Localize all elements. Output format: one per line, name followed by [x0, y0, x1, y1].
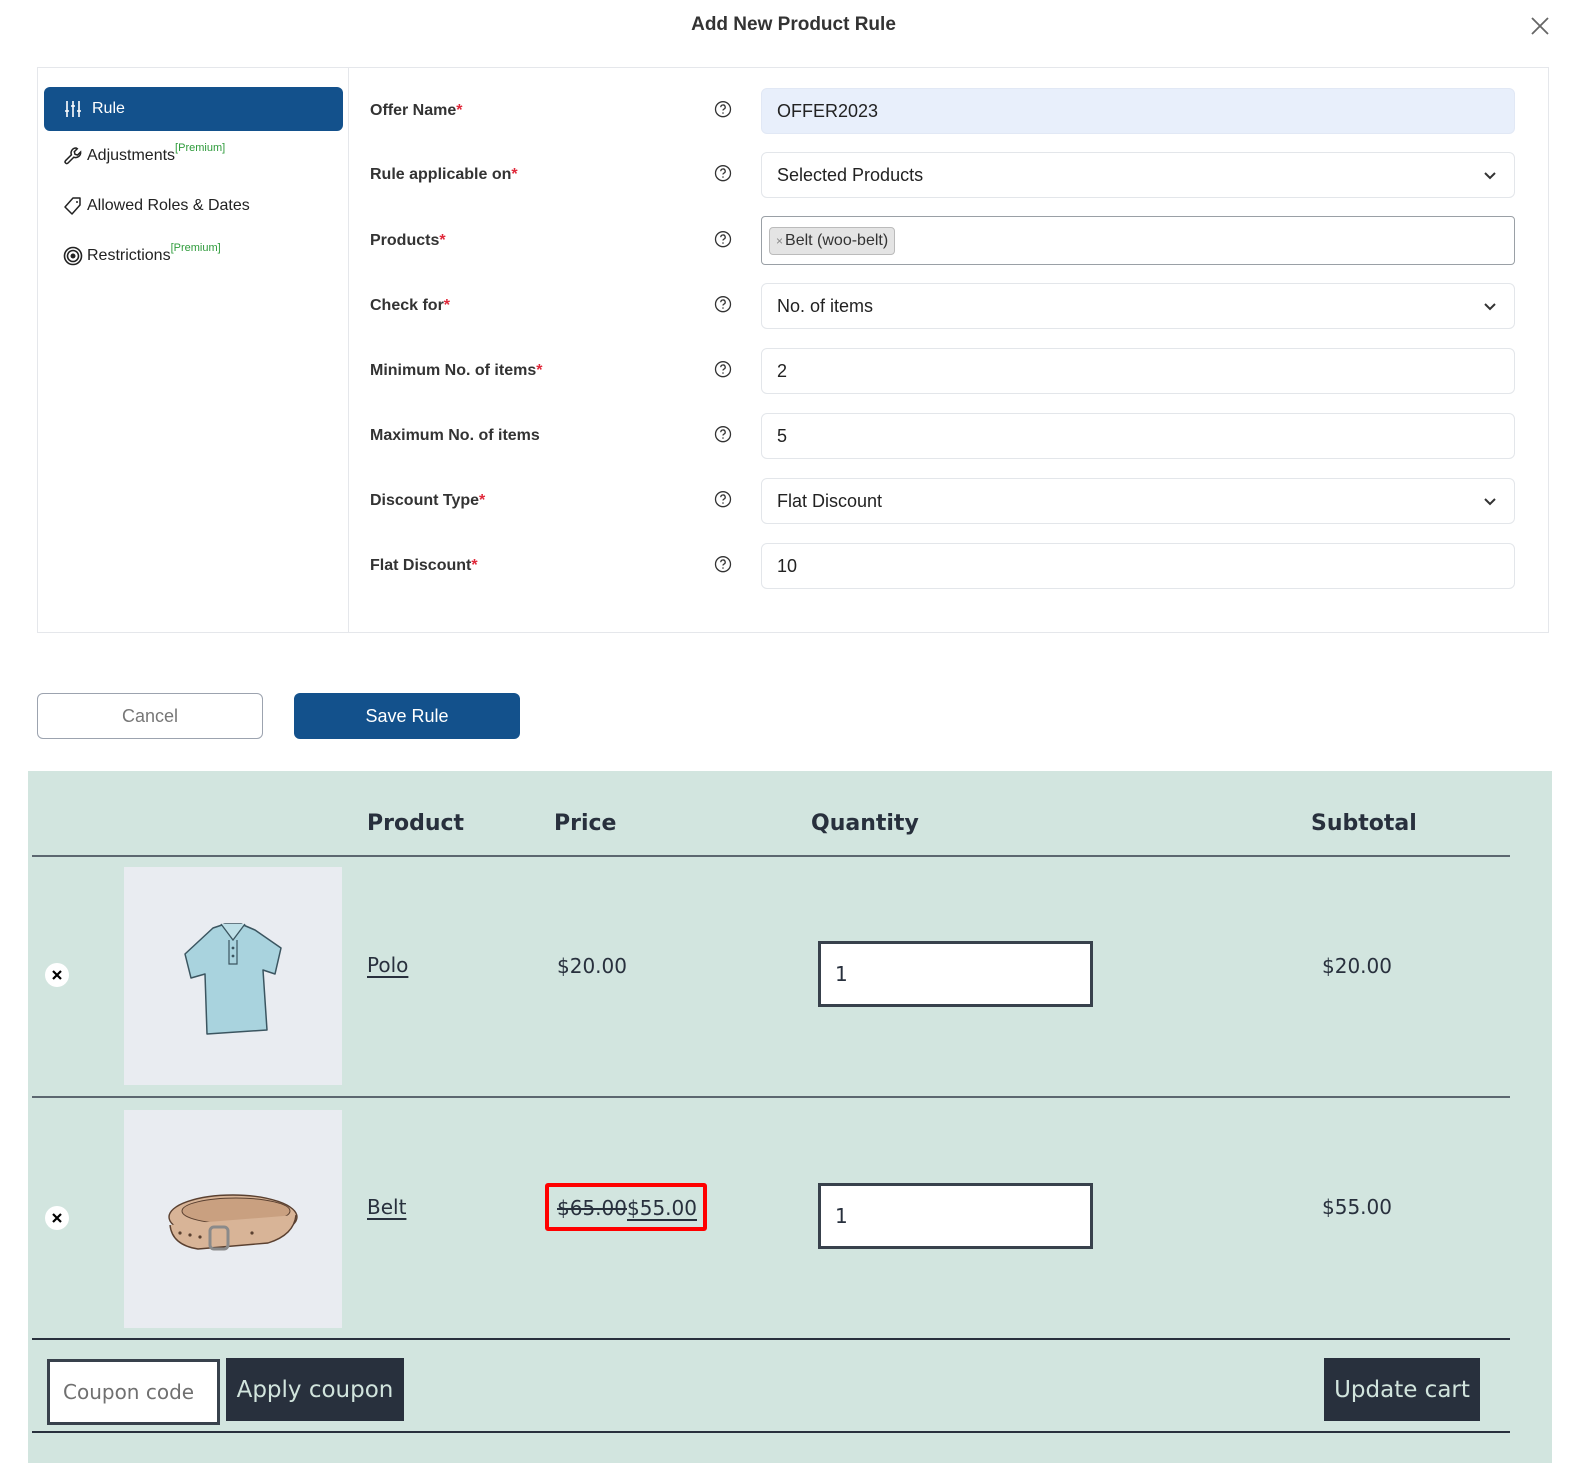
- help-icon[interactable]: [714, 230, 732, 248]
- subtotal-polo: $20.00: [1322, 954, 1392, 978]
- sidenav-item-label: Restrictions: [87, 247, 171, 264]
- field-label: Check for*: [370, 297, 451, 314]
- product-link-polo[interactable]: Polo: [367, 953, 408, 977]
- header-product: Product: [367, 811, 465, 836]
- form-row-discount-type: Discount Type* Flat Discount: [350, 478, 1548, 524]
- sidenav-item-label: Allowed Roles & Dates: [87, 197, 250, 214]
- divider: [32, 855, 1510, 857]
- quantity-input-polo[interactable]: 1: [818, 941, 1093, 1007]
- form-row-products: Products* × Belt (woo-belt): [350, 216, 1548, 265]
- remove-tag-icon[interactable]: ×: [776, 234, 783, 248]
- max-items-input[interactable]: 5: [761, 413, 1515, 459]
- remove-item-button[interactable]: [45, 1206, 69, 1230]
- coupon-code-input[interactable]: [47, 1359, 220, 1425]
- field-label: Maximum No. of items: [370, 427, 540, 444]
- save-rule-button[interactable]: Save Rule: [294, 693, 520, 739]
- sidenav: Rule Adjustments [Premium] Allowed Roles…: [38, 68, 349, 632]
- min-items-input[interactable]: 2: [761, 348, 1515, 394]
- help-icon[interactable]: [714, 100, 732, 118]
- help-icon[interactable]: [714, 360, 732, 378]
- divider: [32, 1338, 1510, 1340]
- cart-table: Product Price Quantity Subtotal Polo $20…: [28, 771, 1552, 1463]
- close-icon: [52, 1213, 62, 1223]
- premium-badge: [Premium]: [175, 142, 226, 154]
- product-thumbnail-belt[interactable]: [124, 1110, 342, 1328]
- header-subtotal: Subtotal: [1311, 811, 1417, 836]
- products-multiselect[interactable]: × Belt (woo-belt): [761, 216, 1515, 265]
- form-row-flat-discount: Flat Discount* 10: [350, 543, 1548, 589]
- field-label: Products*: [370, 231, 446, 249]
- premium-badge: [Premium]: [170, 242, 221, 254]
- product-thumbnail-polo[interactable]: [124, 867, 342, 1085]
- field-label: Discount Type*: [370, 492, 486, 509]
- sidenav-item-adjustments[interactable]: Adjustments [Premium]: [44, 134, 343, 178]
- check-for-select[interactable]: No. of items: [761, 283, 1515, 329]
- tag-icon: [62, 195, 84, 217]
- field-label: Flat Discount*: [370, 557, 478, 574]
- product-tag: × Belt (woo-belt): [769, 226, 896, 255]
- modal-title: Add New Product Rule: [691, 14, 896, 35]
- sidenav-item-roles-dates[interactable]: Allowed Roles & Dates: [44, 184, 343, 228]
- original-price: $65.00: [557, 1196, 627, 1220]
- discounted-price: $55.00: [627, 1196, 697, 1220]
- chevron-down-icon: [1484, 498, 1496, 506]
- cancel-button[interactable]: Cancel: [37, 693, 263, 739]
- close-icon: [52, 970, 62, 980]
- help-icon[interactable]: [714, 490, 732, 508]
- field-label: Rule applicable on*: [370, 166, 518, 183]
- form-row-min-items: Minimum No. of items* 2: [350, 348, 1548, 394]
- price-polo: $20.00: [557, 954, 627, 978]
- sidenav-item-label: Rule: [92, 100, 125, 117]
- field-label: Minimum No. of items*: [370, 362, 543, 379]
- belt-image: [168, 1194, 298, 1251]
- apply-coupon-button[interactable]: Apply coupon: [226, 1358, 404, 1421]
- chevron-down-icon: [1484, 172, 1496, 180]
- subtotal-belt: $55.00: [1322, 1195, 1392, 1219]
- chevron-down-icon: [1484, 303, 1496, 311]
- offer-name-input[interactable]: OFFER2023: [761, 88, 1515, 134]
- flat-discount-input[interactable]: 10: [761, 543, 1515, 589]
- discount-type-select[interactable]: Flat Discount: [761, 478, 1515, 524]
- close-icon: [1531, 17, 1549, 35]
- highlighted-price-belt: $65.00 $55.00: [545, 1183, 707, 1231]
- sidenav-item-label: Adjustments: [87, 147, 176, 164]
- help-icon[interactable]: [714, 295, 732, 313]
- quantity-input-belt[interactable]: 1: [818, 1183, 1093, 1249]
- help-icon[interactable]: [714, 555, 732, 573]
- wrench-icon: [62, 145, 84, 167]
- field-label: Offer Name*: [370, 102, 463, 119]
- close-button[interactable]: [1526, 12, 1554, 40]
- divider: [32, 1431, 1510, 1433]
- sliders-icon: [62, 98, 84, 120]
- remove-item-button[interactable]: [45, 963, 69, 987]
- rule-panel: Rule Adjustments [Premium] Allowed Roles…: [37, 67, 1549, 633]
- target-icon: [62, 245, 84, 267]
- help-icon[interactable]: [714, 425, 732, 443]
- rule-applicable-select[interactable]: Selected Products: [761, 152, 1515, 198]
- header-quantity: Quantity: [811, 811, 919, 836]
- sidenav-item-rule[interactable]: Rule: [44, 87, 343, 131]
- form-row-max-items: Maximum No. of items 5: [350, 413, 1548, 459]
- help-icon[interactable]: [714, 164, 732, 182]
- header-price: Price: [554, 811, 617, 836]
- rule-form: Offer Name* OFFER2023 Rule applicable on…: [350, 68, 1548, 632]
- form-row-check-for: Check for* No. of items: [350, 283, 1548, 329]
- sidenav-item-restrictions[interactable]: Restrictions [Premium]: [44, 234, 343, 278]
- divider: [32, 1096, 1510, 1098]
- form-row-offer-name: Offer Name* OFFER2023: [350, 88, 1548, 134]
- update-cart-button[interactable]: Update cart: [1324, 1358, 1480, 1421]
- form-row-rule-applicable: Rule applicable on* Selected Products: [350, 152, 1548, 198]
- polo-shirt-image: [184, 923, 282, 1035]
- product-link-belt[interactable]: Belt: [367, 1195, 406, 1219]
